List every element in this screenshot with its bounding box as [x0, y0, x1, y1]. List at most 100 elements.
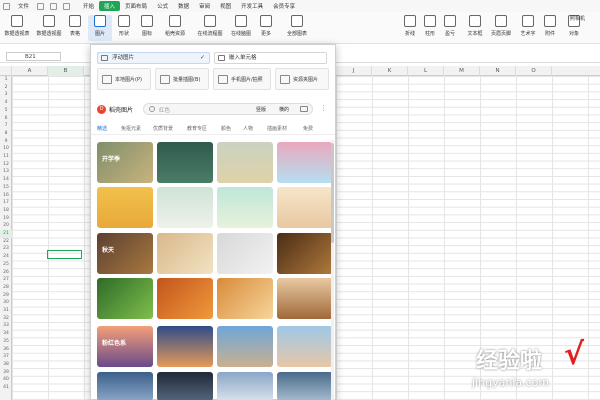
local-picture-button[interactable]: 本地图片(P): [97, 68, 151, 90]
picture-thumbnail[interactable]: [217, 233, 273, 274]
more-button[interactable]: 更多: [256, 15, 276, 37]
camera-button[interactable]: 照相机: [570, 15, 585, 22]
wordart-button[interactable]: 艺术字: [515, 15, 541, 37]
docer-resource-button[interactable]: 稻壳资源: [160, 15, 190, 37]
row-header[interactable]: 14: [0, 176, 12, 184]
picture-button[interactable]: 图片: [88, 15, 112, 41]
row-header[interactable]: 1: [0, 76, 12, 84]
column-header-l[interactable]: L: [408, 66, 444, 76]
tab-illustrations[interactable]: 插画素材: [267, 125, 287, 132]
column-header-j[interactable]: J: [336, 66, 372, 76]
row-header[interactable]: 15: [0, 184, 12, 192]
row-header[interactable]: 34: [0, 330, 12, 338]
menu-developer[interactable]: 开发工具: [236, 2, 268, 10]
undo-icon[interactable]: [50, 2, 58, 10]
app-menu-icon[interactable]: [3, 2, 10, 10]
embed-cell-option[interactable]: 嵌入单元格: [214, 52, 327, 64]
row-header[interactable]: 16: [0, 192, 12, 200]
tab-free[interactable]: 免费: [303, 125, 313, 132]
tab-backgrounds[interactable]: 优质背景: [153, 125, 173, 132]
menu-page-layout[interactable]: 页面布局: [120, 2, 152, 10]
row-header[interactable]: 25: [0, 261, 12, 269]
picture-thumbnail[interactable]: [157, 278, 213, 319]
batch-insert-button[interactable]: 批量插图(B): [155, 68, 209, 90]
all-charts-button[interactable]: 全部图表: [282, 15, 312, 37]
picture-thumbnail[interactable]: [277, 233, 333, 274]
row-header[interactable]: 11: [0, 153, 12, 161]
name-box[interactable]: B21: [6, 52, 61, 61]
row-header[interactable]: 3: [0, 91, 12, 99]
pivot-table-button[interactable]: 数据透视表: [2, 15, 32, 37]
row-header[interactable]: 36: [0, 346, 12, 354]
row-header[interactable]: 27: [0, 276, 12, 284]
filter-portrait[interactable]: 竖版: [256, 106, 266, 113]
more-options-icon[interactable]: ⋮: [320, 104, 327, 112]
row-header[interactable]: 30: [0, 299, 12, 307]
row-header[interactable]: 24: [0, 253, 12, 261]
tab-featured[interactable]: 精选: [97, 125, 107, 132]
row-header[interactable]: 33: [0, 322, 12, 330]
menu-review[interactable]: 审阅: [194, 2, 215, 10]
column-header-k[interactable]: K: [372, 66, 408, 76]
row-header[interactable]: 41: [0, 384, 12, 392]
picture-thumbnail[interactable]: 秋天: [97, 233, 153, 274]
picture-thumbnail[interactable]: 开学季: [97, 142, 153, 183]
row-header[interactable]: 19: [0, 215, 12, 223]
sparkline-winloss-button[interactable]: 盈亏: [440, 15, 460, 37]
picture-thumbnail[interactable]: [97, 187, 153, 228]
mindmap-button[interactable]: 在线脑图: [226, 15, 256, 37]
row-header[interactable]: 6: [0, 115, 12, 123]
phone-picture-button[interactable]: 手机图片/拍照: [213, 68, 271, 90]
row-header[interactable]: 31: [0, 307, 12, 315]
row-header[interactable]: 2: [0, 84, 12, 92]
tab-colors[interactable]: 颜色: [221, 125, 231, 132]
row-header[interactable]: 9: [0, 138, 12, 146]
row-header[interactable]: 7: [0, 122, 12, 130]
tab-people[interactable]: 人物: [243, 125, 253, 132]
picture-thumbnail[interactable]: 粉红色系: [97, 326, 153, 367]
picture-thumbnail[interactable]: [157, 372, 213, 400]
row-header[interactable]: 20: [0, 222, 12, 230]
select-all-corner[interactable]: [0, 66, 12, 76]
shape-button[interactable]: 形状: [112, 15, 136, 37]
attachment-button[interactable]: 附件: [540, 15, 560, 37]
row-header[interactable]: 13: [0, 168, 12, 176]
filter-landscape[interactable]: 横的: [279, 106, 289, 113]
column-header-o[interactable]: O: [516, 66, 552, 76]
resource-folder-button[interactable]: 资源夹图片: [275, 68, 329, 90]
picture-thumbnail[interactable]: [277, 372, 333, 400]
row-header[interactable]: 4: [0, 99, 12, 107]
row-header[interactable]: 32: [0, 315, 12, 323]
column-header-m[interactable]: M: [444, 66, 480, 76]
flowchart-button[interactable]: 在线流程图: [192, 15, 228, 37]
column-header-b[interactable]: B: [48, 66, 84, 76]
row-header[interactable]: 40: [0, 376, 12, 384]
textbox-button[interactable]: 文本框: [462, 15, 488, 37]
picture-thumbnail[interactable]: [217, 372, 273, 400]
picture-thumbnail[interactable]: [217, 278, 273, 319]
row-header[interactable]: 21: [0, 230, 12, 238]
picture-thumbnail[interactable]: [217, 326, 273, 367]
tab-cutout[interactable]: 免抠元素: [121, 125, 141, 132]
row-header[interactable]: 37: [0, 353, 12, 361]
row-header[interactable]: 35: [0, 338, 12, 346]
row-header[interactable]: 26: [0, 269, 12, 277]
menu-data[interactable]: 数据: [173, 2, 194, 10]
column-header-n[interactable]: N: [480, 66, 516, 76]
sparkline-line-button[interactable]: 折线: [400, 15, 420, 37]
header-footer-button[interactable]: 页眉页脚: [488, 15, 514, 37]
float-image-option[interactable]: 浮动图片 ✓: [97, 52, 210, 64]
icon-button[interactable]: 图标: [135, 15, 159, 37]
menu-home[interactable]: 开始: [78, 2, 99, 10]
panel-scrollbar-thumb[interactable]: [331, 143, 334, 243]
menu-insert[interactable]: 插入: [99, 1, 121, 11]
picture-thumbnail[interactable]: [217, 187, 273, 228]
row-header[interactable]: 22: [0, 238, 12, 246]
tab-education[interactable]: 教育专区: [187, 125, 207, 132]
menu-view[interactable]: 视图: [215, 2, 236, 10]
row-header[interactable]: 39: [0, 369, 12, 377]
picture-thumbnail[interactable]: [277, 326, 333, 367]
table-button[interactable]: 表格: [62, 15, 88, 37]
row-header[interactable]: 28: [0, 284, 12, 292]
picture-thumbnail[interactable]: [157, 142, 213, 183]
